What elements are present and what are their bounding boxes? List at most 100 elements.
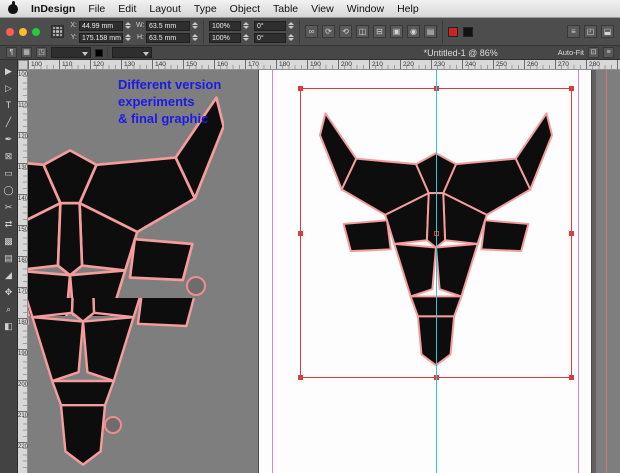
menu-type[interactable]: Type — [194, 3, 217, 15]
columns-icon[interactable]: ◳ — [36, 47, 47, 58]
rotate-cw-icon[interactable]: ⟳ — [322, 25, 335, 38]
stroke-color-swatch[interactable] — [95, 48, 103, 57]
type-tool[interactable]: T — [2, 98, 16, 112]
fill-swatch[interactable] — [448, 26, 458, 37]
menu-edit[interactable]: Edit — [118, 3, 136, 15]
gradient-tool[interactable]: ▩ — [2, 234, 16, 248]
ruler-tick-label: 120 — [93, 61, 104, 68]
shear-stepper[interactable] — [288, 34, 294, 41]
panel-options-icon[interactable]: ≡ — [567, 25, 580, 38]
bleed-guide[interactable] — [606, 70, 607, 473]
scissors-tool[interactable]: ✂ — [2, 200, 16, 214]
more-options-icon[interactable]: ≡ — [603, 47, 614, 58]
ruler-tick-label: 110 — [18, 103, 28, 109]
control-panel-row1: X: 44.99 mm Y: 175.158 mm W: 63.5 mm H: … — [0, 18, 620, 46]
stroke-swatch[interactable] — [463, 26, 473, 37]
annotation-line: & final graphic — [118, 111, 209, 126]
note-tool[interactable]: ▤ — [2, 251, 16, 265]
ruler-tick-label: 150 — [186, 61, 197, 68]
effects-dropdown[interactable] — [112, 47, 152, 58]
rotation-stepper[interactable] — [288, 22, 294, 29]
margin-guide-right[interactable] — [578, 70, 579, 473]
bull-graphic-experiment-2[interactable] — [28, 298, 218, 473]
menu-object[interactable]: Object — [230, 3, 260, 15]
rectangle-tool[interactable]: ▭ — [2, 166, 16, 180]
handle-middle-right[interactable] — [569, 231, 574, 236]
handle-top-right[interactable] — [569, 86, 574, 91]
selection-tool[interactable]: ▶ — [2, 64, 16, 78]
rectangle-frame-tool[interactable]: ⊠ — [2, 149, 16, 163]
rotate-ccw-icon[interactable]: ⟲ — [339, 25, 352, 38]
w-stepper[interactable] — [192, 22, 198, 29]
flip-vertical-icon[interactable]: ⊟ — [373, 25, 386, 38]
apple-logo-icon[interactable] — [8, 0, 18, 14]
bull-experiment-2[interactable] — [28, 298, 218, 473]
constrain-proportions-icon[interactable]: ∞ — [305, 25, 318, 38]
menu-file[interactable]: File — [88, 3, 105, 15]
paragraph-icon[interactable]: ¶ — [6, 47, 17, 58]
fill-stroke-swatch[interactable]: ◧ — [2, 319, 16, 333]
effects-icon[interactable]: ▤ — [424, 25, 437, 38]
ruler-vertical[interactable]: 100 110 120 130 140 150 160 170 180 190 200 210 220 — [18, 70, 28, 473]
divider — [107, 47, 108, 58]
eye-detail-circle-1[interactable] — [186, 276, 206, 296]
scale-x-field[interactable]: 100% — [209, 20, 241, 31]
x-field[interactable]: 44.99 mm — [79, 20, 123, 31]
zoom-window-button[interactable] — [32, 27, 40, 36]
select-container-icon[interactable]: ▣ — [390, 25, 403, 38]
annotation-text[interactable]: Different version experiments & final gr… — [118, 76, 221, 127]
ruler-tick-label: 100 — [31, 61, 42, 68]
workspace-icon[interactable]: ◰ — [584, 25, 597, 38]
handle-bottom-left[interactable] — [298, 375, 303, 380]
screen-mode-icon[interactable]: ⬓ — [601, 25, 614, 38]
direct-selection-tool[interactable]: ▷ — [2, 81, 16, 95]
annotation-line: experiments — [118, 94, 195, 109]
free-transform-tool[interactable]: ⇄ — [2, 217, 16, 231]
reference-point-selector[interactable] — [51, 25, 64, 38]
ruler-origin-corner[interactable] — [18, 60, 28, 70]
ruler-tick-label: 280 — [589, 61, 600, 68]
line-tool[interactable]: ╱ — [2, 115, 16, 129]
fitting-icon[interactable]: ⊡ — [588, 47, 599, 58]
pen-tool[interactable]: ✒ — [2, 132, 16, 146]
scale-y-stepper[interactable] — [243, 34, 249, 41]
eyedropper-tool[interactable]: ◢ — [2, 268, 16, 282]
h-stepper[interactable] — [192, 34, 198, 41]
grid-icon[interactable]: ▦ — [21, 47, 32, 58]
ellipse-tool[interactable]: ◯ — [2, 183, 16, 197]
select-content-icon[interactable]: ◉ — [407, 25, 420, 38]
zoom-tool[interactable]: ⌕ — [2, 302, 16, 316]
minimize-window-button[interactable] — [19, 27, 27, 36]
ruler-tick-label: 170 — [248, 61, 259, 68]
menu-indesign[interactable]: InDesign — [31, 3, 75, 15]
rotation-field[interactable]: 0° — [254, 20, 286, 31]
eye-detail-circle-2[interactable] — [104, 416, 122, 434]
y-stepper[interactable] — [125, 34, 131, 41]
scale-x-stepper[interactable] — [243, 22, 249, 29]
y-field[interactable]: 175.158 mm — [79, 32, 123, 43]
document-canvas[interactable]: Different version experiments & final gr… — [28, 70, 620, 473]
menu-layout[interactable]: Layout — [149, 3, 181, 15]
guide-vertical-cyan[interactable] — [436, 70, 437, 473]
stroke-type-dropdown[interactable] — [51, 47, 91, 58]
close-window-button[interactable] — [6, 27, 14, 36]
handle-middle-left[interactable] — [298, 231, 303, 236]
shear-field[interactable]: 0° — [254, 32, 286, 43]
menu-table[interactable]: Table — [273, 3, 298, 15]
auto-fit-label[interactable]: Auto-Fit — [558, 48, 584, 57]
w-field[interactable]: 63.5 mm — [146, 20, 190, 31]
menu-view[interactable]: View — [311, 3, 334, 15]
menu-window[interactable]: Window — [347, 3, 384, 15]
menu-help[interactable]: Help — [397, 3, 419, 15]
x-stepper[interactable] — [125, 22, 131, 29]
ruler-tick-label: 150 — [18, 227, 29, 233]
margin-guide-left[interactable] — [272, 70, 273, 473]
ruler-tick-label: 100 — [18, 72, 29, 78]
h-field[interactable]: 63.5 mm — [146, 32, 190, 43]
hand-tool[interactable]: ✥ — [2, 285, 16, 299]
ruler-horizontal[interactable]: 100 110 120 130 140 150 160 170 180 190 200 210 220 2… — [28, 60, 620, 70]
handle-bottom-right[interactable] — [569, 375, 574, 380]
handle-top-left[interactable] — [298, 86, 303, 91]
flip-horizontal-icon[interactable]: ◫ — [356, 25, 369, 38]
scale-y-field[interactable]: 100% — [209, 32, 241, 43]
